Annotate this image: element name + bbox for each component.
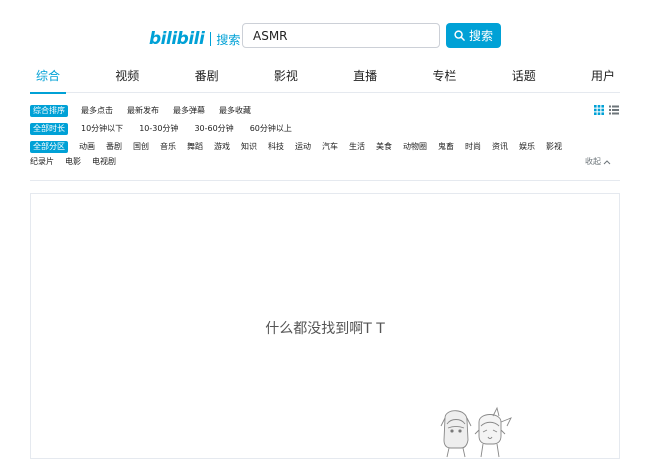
- zone-option[interactable]: 番剧: [106, 141, 122, 153]
- search-results-area: 什么都没找到啊T T: [30, 193, 620, 459]
- order-option-newest[interactable]: 最新发布: [127, 105, 159, 117]
- search-button-label: 搜索: [468, 29, 493, 43]
- zone-option[interactable]: 电视剧: [92, 156, 116, 168]
- zone-filter-selected[interactable]: 全部分区: [30, 141, 68, 153]
- tab-bangumi[interactable]: 番剧: [195, 63, 219, 92]
- duration-option-10-30[interactable]: 10-30分钟: [139, 123, 178, 135]
- order-option-most-favorites[interactable]: 最多收藏: [219, 105, 251, 117]
- search-button[interactable]: 搜索: [446, 23, 501, 48]
- grid-view-icon[interactable]: [594, 105, 604, 115]
- duration-option-30-60[interactable]: 30-60分钟: [194, 123, 233, 135]
- zone-option[interactable]: 鬼畜: [438, 141, 454, 153]
- mascot-illustration: [440, 406, 512, 458]
- tab-film-tv[interactable]: 影视: [274, 63, 298, 92]
- logo-subtitle: 搜索: [216, 32, 241, 47]
- zone-option[interactable]: 资讯: [492, 141, 508, 153]
- empty-result-message: 什么都没找到啊T T: [265, 321, 385, 337]
- collapse-label: 收起: [585, 157, 601, 166]
- search-icon: [454, 30, 465, 41]
- zone-option[interactable]: 时尚: [465, 141, 481, 153]
- tab-live[interactable]: 直播: [353, 63, 377, 92]
- view-toggle: [594, 105, 619, 115]
- bilibili-logo[interactable]: bilibili 搜索: [149, 28, 240, 50]
- tab-topic[interactable]: 话题: [512, 63, 536, 92]
- search-input[interactable]: [242, 23, 440, 48]
- zone-option[interactable]: 动画: [79, 141, 95, 153]
- filter-divider: [30, 180, 620, 181]
- duration-filter-row: 全部时长 10分钟以下 10-30分钟 30-60分钟 60分钟以上: [30, 123, 292, 135]
- tab-all[interactable]: 综合: [29, 63, 67, 94]
- zone-filter-row-2: 纪录片 电影 电视剧: [30, 156, 116, 168]
- order-filter-row: 综合排序 最多点击 最新发布 最多弹幕 最多收藏: [30, 105, 251, 117]
- zone-option[interactable]: 音乐: [160, 141, 176, 153]
- zone-option[interactable]: 运动: [295, 141, 311, 153]
- zone-option[interactable]: 电影: [65, 156, 81, 168]
- tab-user[interactable]: 用户: [591, 63, 615, 92]
- zone-option[interactable]: 知识: [241, 141, 257, 153]
- search-type-tabs: 综合 视频 番剧 影视 直播 专栏 话题 用户: [29, 63, 620, 94]
- duration-option-under-10[interactable]: 10分钟以下: [81, 123, 123, 135]
- logo-text: bilibili: [149, 29, 205, 49]
- zone-option[interactable]: 纪录片: [30, 156, 54, 168]
- zone-option[interactable]: 游戏: [214, 141, 230, 153]
- zone-option[interactable]: 科技: [268, 141, 284, 153]
- order-option-most-danmaku[interactable]: 最多弹幕: [173, 105, 205, 117]
- zone-option[interactable]: 生活: [349, 141, 365, 153]
- tab-article[interactable]: 专栏: [432, 63, 456, 92]
- zone-option[interactable]: 国创: [133, 141, 149, 153]
- zone-option[interactable]: 娱乐: [519, 141, 535, 153]
- zone-filter-row: 全部分区 动画 番剧 国创 音乐 舞蹈 游戏 知识 科技 运动 汽车 生活 美食…: [30, 141, 562, 153]
- list-view-icon[interactable]: [609, 105, 619, 115]
- logo-divider: [210, 32, 212, 46]
- zone-option[interactable]: 美食: [376, 141, 392, 153]
- chevron-up-icon: [603, 159, 611, 164]
- zone-option[interactable]: 影视: [546, 141, 562, 153]
- order-option-most-clicks[interactable]: 最多点击: [81, 105, 113, 117]
- order-filter-selected[interactable]: 综合排序: [30, 105, 68, 117]
- collapse-filters-button[interactable]: 收起: [585, 156, 611, 167]
- duration-filter-selected[interactable]: 全部时长: [30, 123, 68, 135]
- zone-option[interactable]: 汽车: [322, 141, 338, 153]
- zone-option[interactable]: 动物圈: [403, 141, 427, 153]
- tab-video[interactable]: 视频: [115, 63, 139, 92]
- zone-option[interactable]: 舞蹈: [187, 141, 203, 153]
- duration-option-over-60[interactable]: 60分钟以上: [250, 123, 292, 135]
